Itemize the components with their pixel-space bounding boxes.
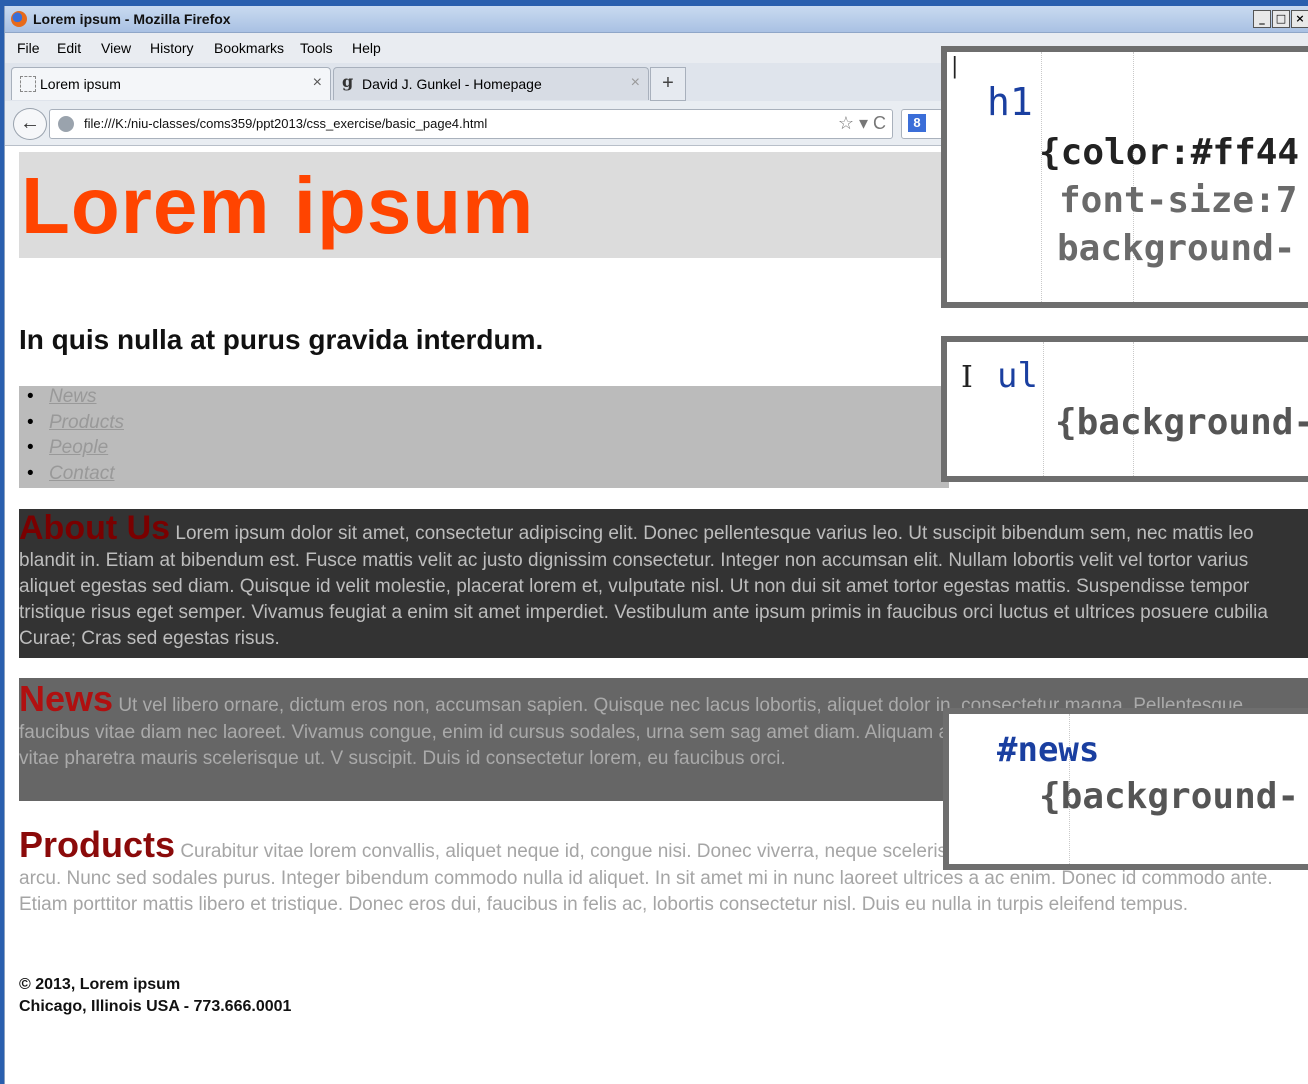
title-bar: Lorem ipsum - Mozilla Firefox _ □ × xyxy=(5,6,1308,33)
menu-file[interactable]: File xyxy=(17,40,40,56)
css-callout-h1: | h1 {color:#ff44 font-size:7 background… xyxy=(941,46,1308,308)
window-title: Lorem ipsum - Mozilla Firefox xyxy=(33,11,231,27)
close-button[interactable]: × xyxy=(1291,10,1308,28)
footer: © 2013, Lorem ipsum Chicago, Illinois US… xyxy=(19,974,291,1018)
nav-link-people[interactable]: People xyxy=(27,437,108,459)
tab-close-icon[interactable]: × xyxy=(313,74,322,92)
css-rule-background: {background- xyxy=(1055,402,1308,443)
bookmark-star-reload-icons[interactable]: ☆ ▾ C xyxy=(838,113,886,134)
minimize-button[interactable]: _ xyxy=(1253,10,1271,28)
footer-address: Chicago, Illinois USA - 773.666.0001 xyxy=(19,998,292,1015)
tab-label: David J. Gunkel - Homepage xyxy=(362,76,542,92)
css-callout-ul: I ul {background- xyxy=(941,336,1308,482)
window-controls: _ □ × xyxy=(1253,10,1308,28)
css-rule-background: {background- xyxy=(1039,776,1300,817)
products-heading: Products xyxy=(19,824,176,865)
css-selector-h1: h1 xyxy=(987,80,1033,124)
menu-edit[interactable]: Edit xyxy=(57,40,81,56)
nav-link-products[interactable]: Products xyxy=(27,412,124,434)
menu-history[interactable]: History xyxy=(150,40,194,56)
tab-lorem-ipsum[interactable]: Lorem ipsum × xyxy=(11,67,331,100)
h1-block: Lorem ipsum xyxy=(19,152,949,258)
css-callout-news: #news {background- xyxy=(943,708,1308,870)
globe-icon xyxy=(58,116,74,132)
url-text: file:///K:/niu-classes/coms359/ppt2013/c… xyxy=(84,116,488,131)
text-cursor-icon: | xyxy=(951,54,959,79)
back-button[interactable]: ← xyxy=(13,108,47,140)
menu-help[interactable]: Help xyxy=(352,40,381,56)
nav-link-contact[interactable]: Contact xyxy=(27,463,115,485)
nav-list: News Products People Contact xyxy=(19,386,949,488)
url-bar[interactable]: file:///K:/niu-classes/coms359/ppt2013/c… xyxy=(49,109,893,139)
tab-close-icon[interactable]: × xyxy=(631,74,640,92)
css-rule-background: background- xyxy=(1057,228,1296,269)
page-heading: Lorem ipsum xyxy=(21,161,535,250)
css-rule-font-size: font-size:7 xyxy=(1059,180,1298,221)
page-icon xyxy=(20,76,36,92)
about-heading: About Us xyxy=(19,509,171,547)
maximize-button[interactable]: □ xyxy=(1272,10,1290,28)
firefox-icon xyxy=(11,11,27,27)
site-icon: g xyxy=(342,72,354,91)
tab-label: Lorem ipsum xyxy=(40,76,121,92)
css-rule-color: {color:#ff44 xyxy=(1039,132,1300,173)
back-arrow-icon: ← xyxy=(20,112,40,134)
browser-window: Lorem ipsum - Mozilla Firefox _ □ × File… xyxy=(4,6,1308,1084)
css-selector-news: #news xyxy=(997,730,1100,770)
search-engine-icon[interactable]: 8 xyxy=(908,114,926,132)
page-subheading: In quis nulla at purus gravida interdum. xyxy=(19,324,544,355)
about-text: Lorem ipsum dolor sit amet, consectetur … xyxy=(19,523,1268,649)
about-section: About Us Lorem ipsum dolor sit amet, con… xyxy=(19,509,1308,658)
text-cursor-icon: I xyxy=(961,360,973,395)
footer-copyright: © 2013, Lorem ipsum xyxy=(19,976,181,993)
menu-tools[interactable]: Tools xyxy=(300,40,333,56)
tab-gunkel-homepage[interactable]: g David J. Gunkel - Homepage × xyxy=(333,67,649,100)
nav-link-news[interactable]: News xyxy=(27,386,96,408)
css-selector-ul: ul xyxy=(997,356,1038,396)
news-heading: News xyxy=(19,678,114,719)
menu-bookmarks[interactable]: Bookmarks xyxy=(214,40,284,56)
menu-view[interactable]: View xyxy=(101,40,131,56)
new-tab-button[interactable]: + xyxy=(650,67,686,101)
